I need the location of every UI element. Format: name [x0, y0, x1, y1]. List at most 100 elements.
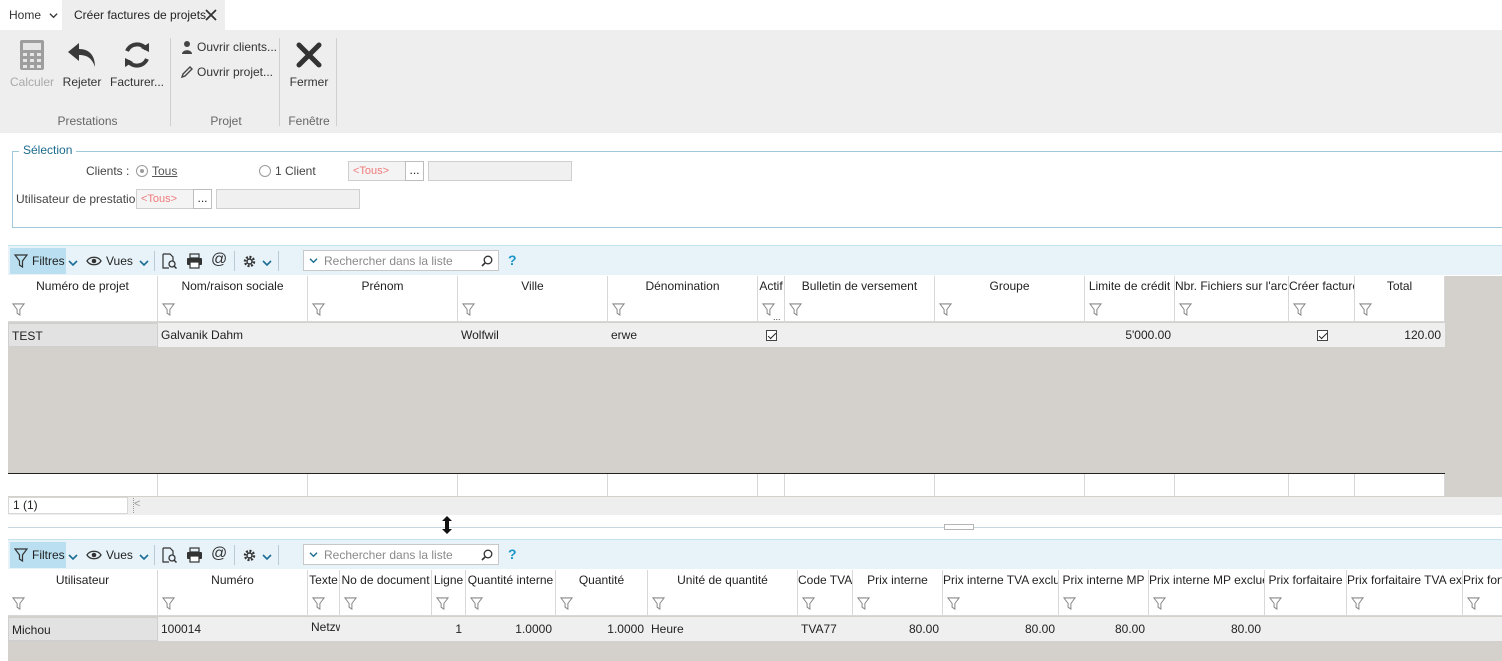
- help-icon[interactable]: ?: [508, 252, 517, 268]
- gear-icon[interactable]: [242, 254, 257, 269]
- user-browse-button[interactable]: ...: [193, 189, 212, 209]
- ouvrir-clients-button[interactable]: Ouvrir clients...: [180, 40, 277, 54]
- gear-icon[interactable]: [242, 548, 257, 563]
- search-icon[interactable]: [481, 255, 493, 267]
- column-header[interactable]: Prix interne: [853, 570, 943, 592]
- column-filter[interactable]: [853, 591, 943, 616]
- column-header[interactable]: Texte: [308, 570, 340, 592]
- column-filter[interactable]: [785, 297, 935, 322]
- column-filter[interactable]: [608, 297, 758, 322]
- search-field[interactable]: Rechercher dans la liste: [303, 250, 499, 271]
- column-header[interactable]: Prix forfaitaire TVA excl: [1347, 570, 1463, 592]
- ouvrir-projet-button[interactable]: Ouvrir projet...: [180, 65, 273, 79]
- filtres-button[interactable]: Filtres: [10, 542, 66, 568]
- chevron-down-icon[interactable]: [309, 257, 318, 264]
- tab-home[interactable]: Home: [0, 0, 62, 30]
- column-header[interactable]: Limite de crédit: [1085, 276, 1175, 298]
- column-filter[interactable]: [935, 297, 1085, 322]
- column-header[interactable]: Bulletin de versement: [785, 276, 935, 298]
- column-filter[interactable]: [943, 591, 1059, 616]
- column-header[interactable]: Numéro de projet: [8, 276, 158, 298]
- fermer-button[interactable]: Fermer: [286, 39, 332, 89]
- column-filter[interactable]: [758, 297, 785, 322]
- column-header[interactable]: Ville: [458, 276, 608, 298]
- column-filter[interactable]: [158, 591, 308, 616]
- column-filter[interactable]: [8, 591, 158, 616]
- resize-vertical-icon[interactable]: [441, 515, 453, 535]
- vues-button[interactable]: Vues: [86, 548, 133, 562]
- column-filter[interactable]: [1347, 591, 1463, 616]
- close-icon[interactable]: [204, 8, 218, 22]
- scroll-left-icon[interactable]: <: [134, 498, 140, 510]
- column-header[interactable]: Prix forfaitaire: [1265, 570, 1347, 592]
- chevron-down-icon[interactable]: [49, 11, 58, 20]
- column-header[interactable]: Quantité interne: [466, 570, 556, 592]
- column-filter[interactable]: [466, 591, 556, 616]
- radio-tous[interactable]: Tous: [136, 164, 177, 178]
- tab-creer-factures[interactable]: Créer factures de projets: [62, 0, 225, 30]
- column-header[interactable]: Créer facture: [1289, 276, 1355, 298]
- column-filter[interactable]: [1289, 297, 1355, 322]
- calculer-button[interactable]: Calculer: [10, 39, 54, 89]
- printer-icon[interactable]: [186, 253, 203, 269]
- radio-tous-indicator[interactable]: [136, 165, 148, 177]
- column-header[interactable]: Nom/raison sociale: [158, 276, 308, 298]
- chevron-down-icon[interactable]: [262, 259, 272, 267]
- column-filter[interactable]: [798, 591, 853, 616]
- table-row[interactable]: TEST Galvanik Dahm Wolfwil erwe 5'000.00 120.…: [8, 323, 1445, 348]
- column-filter[interactable]: [1085, 297, 1175, 322]
- column-filter[interactable]: [556, 591, 648, 616]
- filter-overflow[interactable]: ...: [773, 312, 781, 322]
- column-header[interactable]: Dénomination: [608, 276, 758, 298]
- column-header[interactable]: Actif: [758, 276, 785, 298]
- rejeter-button[interactable]: Rejeter: [60, 39, 104, 89]
- column-header[interactable]: Prix forf: [1463, 570, 1502, 592]
- vues-button[interactable]: Vues: [86, 254, 133, 268]
- column-filter[interactable]: [458, 297, 608, 322]
- column-filter[interactable]: [1265, 591, 1347, 616]
- chevron-down-icon[interactable]: [139, 259, 149, 267]
- column-filter[interactable]: [1175, 297, 1289, 322]
- print-preview-icon[interactable]: [161, 547, 177, 563]
- chevron-down-icon[interactable]: [68, 259, 78, 267]
- chevron-down-icon[interactable]: [68, 553, 78, 561]
- column-filter[interactable]: [1059, 591, 1149, 616]
- column-header[interactable]: Nbr. Fichiers sur l'arch.: [1175, 276, 1289, 298]
- column-header[interactable]: Prénom: [308, 276, 458, 298]
- radio-1-client-indicator[interactable]: [259, 165, 271, 177]
- column-header[interactable]: Quantité: [556, 570, 648, 592]
- facturer-button[interactable]: Facturer...: [110, 39, 164, 89]
- column-header[interactable]: Ligne: [432, 570, 466, 592]
- column-header[interactable]: No de document: [340, 570, 432, 592]
- splitter-handle[interactable]: [944, 524, 974, 530]
- column-filter[interactable]: [308, 297, 458, 322]
- email-icon[interactable]: @: [211, 545, 227, 563]
- user-lookup-field[interactable]: <Tous>: [136, 189, 194, 209]
- column-filter[interactable]: [158, 297, 308, 322]
- chevron-down-icon[interactable]: [262, 553, 272, 561]
- column-header[interactable]: Numéro: [158, 570, 308, 592]
- column-header[interactable]: Utilisateur: [8, 570, 158, 592]
- printer-icon[interactable]: [186, 547, 203, 563]
- column-header[interactable]: Groupe: [935, 276, 1085, 298]
- column-header[interactable]: Unité de quantité: [648, 570, 798, 592]
- chevron-down-icon[interactable]: [139, 553, 149, 561]
- help-icon[interactable]: ?: [508, 546, 517, 562]
- table-row[interactable]: Michou100014Netzw11.00001.0000HeureTVA77…: [8, 617, 1502, 642]
- client-lookup-field[interactable]: <Tous>: [348, 161, 406, 181]
- column-filter[interactable]: [432, 591, 466, 616]
- filtres-button[interactable]: Filtres: [10, 248, 66, 274]
- email-icon[interactable]: @: [211, 251, 227, 269]
- column-filter[interactable]: [1149, 591, 1265, 616]
- column-header[interactable]: Prix interne MP: [1059, 570, 1149, 592]
- search-field[interactable]: Rechercher dans la liste: [303, 544, 499, 565]
- column-filter[interactable]: [340, 591, 432, 616]
- column-header[interactable]: Code TVA: [798, 570, 853, 592]
- column-filter[interactable]: [1463, 591, 1502, 616]
- column-filter[interactable]: [8, 297, 158, 322]
- column-filter[interactable]: [648, 591, 798, 616]
- column-header[interactable]: Prix interne MP exclue: [1149, 570, 1265, 592]
- client-browse-button[interactable]: ...: [405, 161, 424, 181]
- radio-1-client[interactable]: 1 Client: [259, 164, 316, 178]
- search-icon[interactable]: [481, 549, 493, 561]
